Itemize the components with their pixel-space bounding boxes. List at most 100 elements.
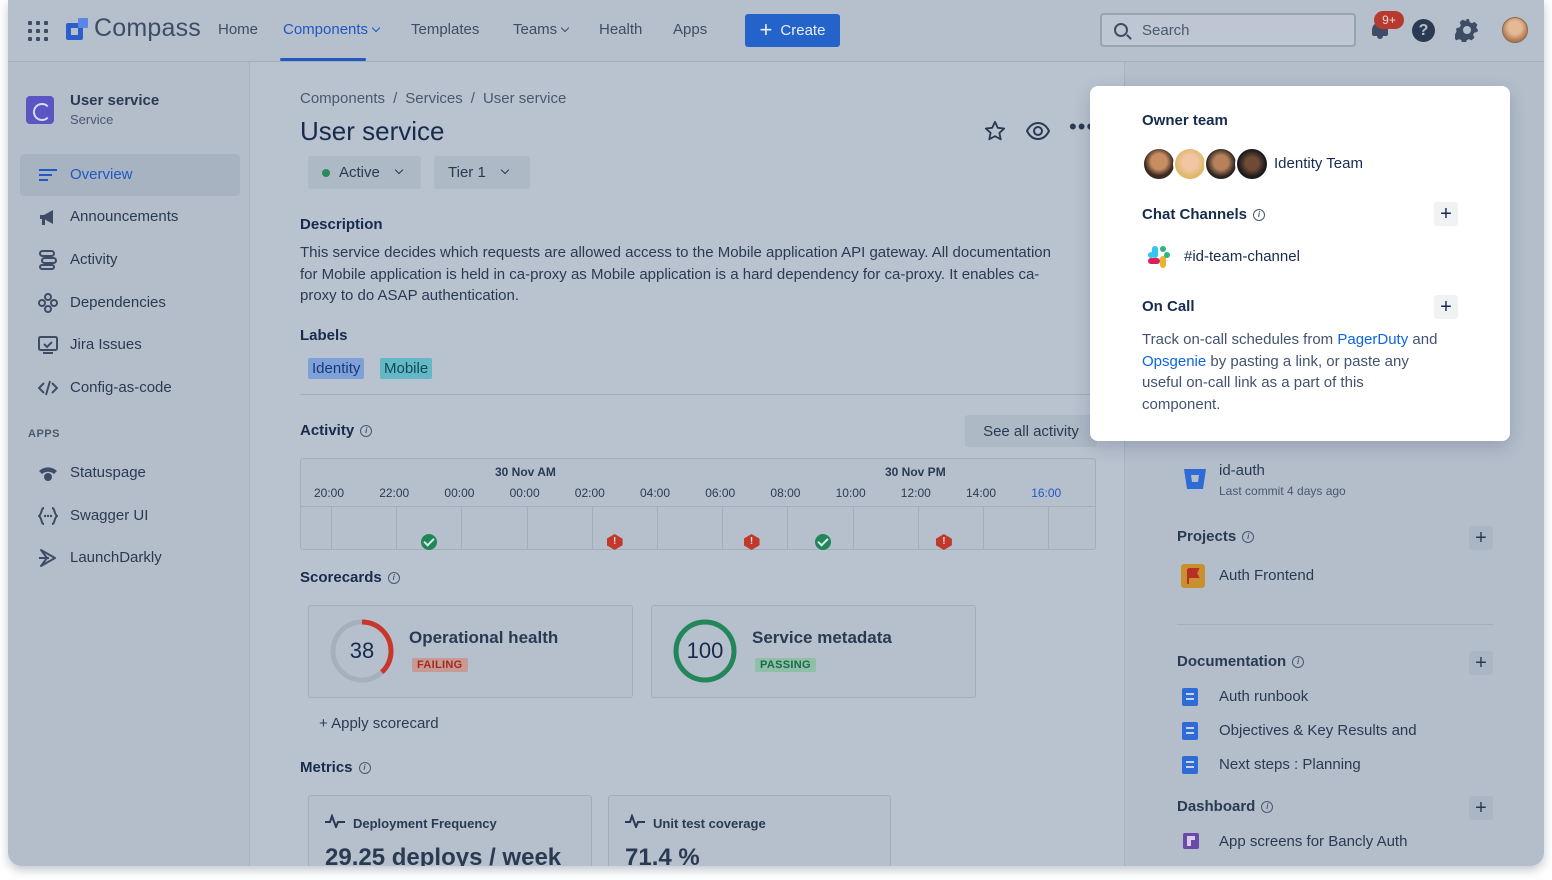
owner-team-name[interactable]: Identity Team bbox=[1274, 155, 1363, 172]
sidebar-item-jira-issues[interactable]: Jira Issues bbox=[20, 324, 240, 366]
label-mobile[interactable]: Mobile bbox=[380, 358, 433, 379]
info-icon[interactable]: i bbox=[1242, 530, 1255, 543]
metric-card-deployment-frequency[interactable]: Deployment Frequency 29.25 deploys / wee… bbox=[308, 795, 592, 866]
info-icon[interactable]: i bbox=[387, 571, 400, 584]
label-identity[interactable]: Identity bbox=[308, 358, 365, 379]
info-icon[interactable]: i bbox=[1253, 208, 1266, 221]
service-icon bbox=[26, 96, 54, 124]
project-link[interactable]: Auth Frontend bbox=[1219, 567, 1314, 584]
nav-teams[interactable]: Teams bbox=[513, 21, 570, 38]
error-event-icon[interactable]: ! bbox=[606, 534, 623, 550]
sidebar-service-name: User service bbox=[70, 92, 160, 109]
timeline-tick-label: 04:00 bbox=[640, 486, 671, 500]
slack-icon bbox=[1146, 244, 1172, 270]
chevron-down-icon bbox=[560, 23, 570, 33]
repository-link[interactable]: id-auth bbox=[1219, 462, 1265, 479]
project-flag-icon bbox=[1181, 564, 1205, 588]
metric-value: 71.4 % bbox=[625, 844, 700, 866]
avatar bbox=[1204, 147, 1238, 181]
search-input[interactable]: Search bbox=[1100, 13, 1356, 47]
scorecard-service-metadata[interactable]: 100 Service metadata PASSING bbox=[651, 605, 976, 698]
activity-heading: Activity i bbox=[300, 422, 373, 439]
star-icon[interactable] bbox=[984, 120, 1006, 142]
bitbucket-icon bbox=[1184, 469, 1206, 489]
owner-team-heading: Owner team bbox=[1142, 112, 1228, 129]
timeline-tick-label: 06:00 bbox=[705, 486, 736, 500]
nav-home[interactable]: Home bbox=[218, 21, 258, 38]
section-divider bbox=[300, 394, 1090, 395]
create-button[interactable]: + Create bbox=[745, 14, 840, 47]
team-avatars[interactable] bbox=[1142, 147, 1270, 181]
success-event-icon[interactable] bbox=[815, 534, 832, 550]
nav-health[interactable]: Health bbox=[599, 21, 642, 38]
projects-heading: Projects i bbox=[1177, 528, 1255, 545]
pagerduty-link[interactable]: PagerDuty bbox=[1337, 331, 1408, 348]
info-icon[interactable]: i bbox=[360, 424, 373, 437]
breadcrumb-components[interactable]: Components bbox=[300, 90, 385, 107]
timeline-column-divider bbox=[331, 507, 332, 550]
info-icon[interactable]: i bbox=[358, 761, 371, 774]
opsgenie-link[interactable]: Opsgenie bbox=[1142, 353, 1206, 370]
timeline-tick-label: 12:00 bbox=[900, 486, 931, 500]
add-on-call-button[interactable]: + bbox=[1434, 295, 1458, 319]
error-event-icon[interactable]: ! bbox=[935, 534, 952, 550]
chevron-down-icon bbox=[394, 165, 404, 174]
sidebar-item-swagger-ui[interactable]: Swagger UI bbox=[20, 495, 240, 537]
nav-templates[interactable]: Templates bbox=[411, 21, 479, 38]
chat-channel-link[interactable]: #id-team-channel bbox=[1184, 248, 1300, 265]
tier-dropdown[interactable]: Tier 1 bbox=[434, 156, 530, 189]
status-dropdown[interactable]: Active bbox=[308, 156, 421, 189]
plus-icon: + bbox=[759, 16, 773, 42]
watch-eye-icon[interactable] bbox=[1026, 120, 1050, 142]
add-project-button[interactable]: + bbox=[1469, 526, 1493, 550]
see-all-activity-button[interactable]: See all activity bbox=[965, 415, 1097, 447]
sidebar-item-launchdarkly[interactable]: LaunchDarkly bbox=[20, 537, 240, 579]
code-icon bbox=[38, 380, 58, 396]
timeline-column-divider bbox=[1048, 507, 1050, 550]
sidebar-item-activity[interactable]: Activity bbox=[20, 239, 240, 281]
jira-issues-icon bbox=[38, 336, 58, 354]
doc-link[interactable]: Next steps : Planning bbox=[1219, 756, 1361, 773]
scorecard-score: 38 bbox=[349, 638, 375, 663]
info-icon[interactable]: i bbox=[1261, 800, 1274, 813]
success-event-icon[interactable] bbox=[420, 534, 437, 550]
help-icon[interactable]: ? bbox=[1412, 19, 1435, 42]
timeline-column-divider bbox=[722, 507, 724, 550]
add-chat-channel-button[interactable]: + bbox=[1434, 202, 1458, 226]
info-icon[interactable]: i bbox=[1292, 655, 1305, 668]
metric-card-unit-test-coverage[interactable]: Unit test coverage 71.4 % bbox=[608, 795, 891, 866]
nav-components[interactable]: Components bbox=[283, 21, 381, 38]
sidebar-item-overview[interactable]: Overview bbox=[20, 154, 240, 196]
metric-value: 29.25 deploys / week bbox=[325, 844, 562, 866]
sidebar-item-dependencies[interactable]: Dependencies bbox=[20, 282, 240, 324]
error-event-icon[interactable]: ! bbox=[743, 534, 760, 550]
compass-logo[interactable]: Compass bbox=[66, 14, 201, 43]
add-documentation-button[interactable]: + bbox=[1469, 651, 1493, 675]
avatar bbox=[1142, 147, 1176, 181]
status-dot bbox=[322, 168, 330, 177]
avatar bbox=[1235, 147, 1269, 181]
breadcrumb-current[interactable]: User service bbox=[483, 90, 566, 107]
dashboard-link[interactable]: App screens for Bancly Auth bbox=[1219, 833, 1407, 850]
labels-heading: Labels bbox=[300, 327, 348, 344]
scorecard-name: Operational health bbox=[409, 628, 559, 647]
breadcrumb-services[interactable]: Services bbox=[405, 90, 463, 107]
sidebar: User service Service Overview Announceme… bbox=[8, 62, 250, 866]
sidebar-item-statuspage[interactable]: Statuspage bbox=[20, 452, 240, 494]
add-dashboard-button[interactable]: + bbox=[1469, 796, 1493, 820]
chevron-down-icon bbox=[371, 23, 381, 33]
gear-icon[interactable] bbox=[1455, 18, 1479, 42]
apply-scorecard-button[interactable]: + Apply scorecard bbox=[319, 715, 439, 732]
sidebar-item-config-as-code[interactable]: Config-as-code bbox=[20, 367, 240, 409]
apps-heading: APPS bbox=[28, 428, 60, 440]
timeline-date-pm: 30 Nov PM bbox=[885, 465, 946, 479]
sidebar-item-announcements[interactable]: Announcements bbox=[20, 196, 240, 238]
timeline-column-divider bbox=[396, 507, 398, 550]
doc-link[interactable]: Objectives & Key Results and bbox=[1219, 722, 1417, 739]
nav-apps[interactable]: Apps bbox=[673, 21, 707, 38]
user-avatar[interactable] bbox=[1502, 17, 1528, 43]
doc-link[interactable]: Auth runbook bbox=[1219, 688, 1308, 705]
document-icon bbox=[1182, 722, 1198, 740]
app-switcher-icon[interactable] bbox=[28, 21, 48, 41]
scorecard-operational-health[interactable]: 38 Operational health FAILING bbox=[308, 605, 633, 698]
